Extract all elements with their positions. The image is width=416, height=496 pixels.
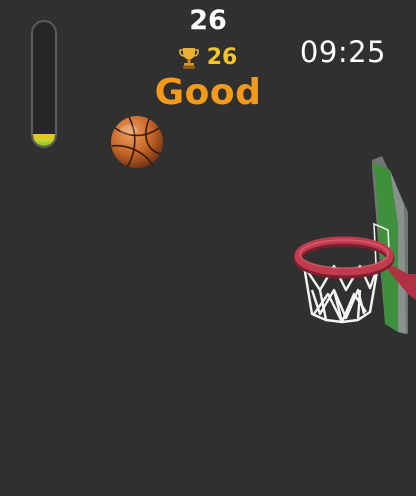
power-meter — [31, 20, 57, 148]
timer: 09:25 — [299, 35, 386, 69]
basketball-hoop[interactable] — [290, 154, 416, 344]
power-meter-fill — [33, 133, 55, 146]
trophy-icon — [178, 48, 199, 69]
basketball-icon[interactable] — [109, 114, 165, 170]
score-counter: 26 — [189, 5, 227, 36]
shot-rating: Good — [154, 72, 262, 113]
best-score-value: 26 — [206, 45, 238, 70]
